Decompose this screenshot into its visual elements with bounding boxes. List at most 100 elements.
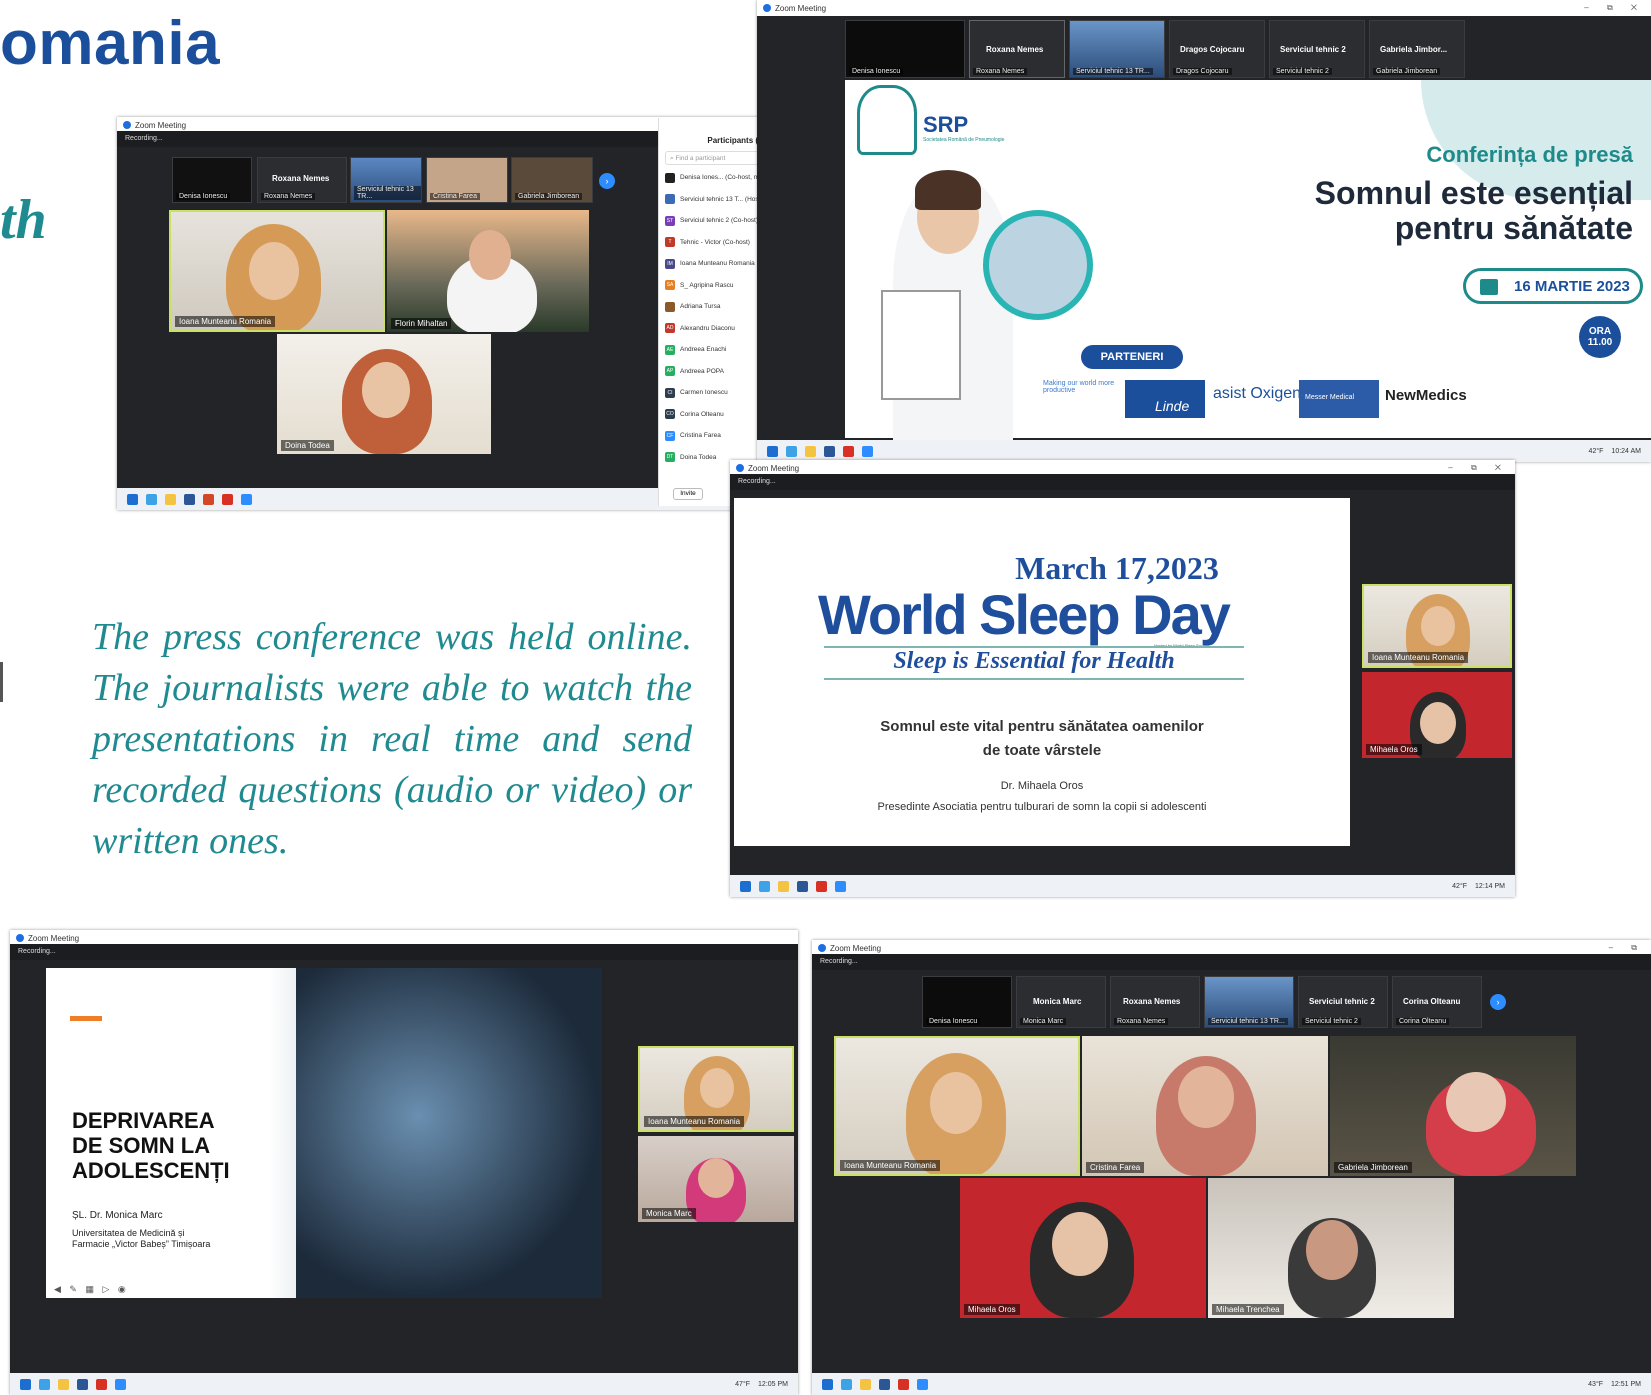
window-controls[interactable]: – ⧉ [1609,943,1645,953]
thumbnail-video[interactable]: Gabriela Jimbor... Gabriela Jimborean [1369,20,1465,78]
video-name: Mihaela Trenchea [1212,1304,1284,1315]
word-icon[interactable] [77,1378,88,1390]
windows-taskbar: 47°F 12:05 PM [10,1373,798,1395]
thumbnail-video[interactable]: Corina Olteanu Corina Olteanu [1392,976,1482,1028]
system-clock: 12:14 PM [1475,882,1505,890]
video-tile[interactable]: Doina Todea [277,334,491,454]
video-tile[interactable]: Mihaela Oros [960,1178,1206,1318]
edge-icon[interactable] [759,880,770,892]
folder-icon[interactable] [860,1378,871,1390]
participant-name: Andreea POPA [680,367,724,375]
participant-name: S_ Agripina Rascu [680,281,734,289]
participant-avatar [665,194,675,205]
slide-speaker-role: Presedinte Asociatia pentru tulburari de… [877,801,1207,813]
word-icon[interactable] [184,493,195,505]
zoom-screenshot-sleep-deprivation: Zoom Meeting Recording... DEPRIVAREA DE … [10,930,798,1395]
thumbnail-video[interactable]: Denisa Ionescu [172,157,252,203]
acrobat-icon[interactable] [96,1378,107,1390]
participant-name: Corina Olteanu [680,410,724,418]
thumbnail-video[interactable]: Serviciul tehnic 13 TR... [1204,976,1294,1028]
zoom-app-icon[interactable] [241,493,252,505]
folder-icon[interactable] [778,880,789,892]
zoom-app-icon[interactable] [835,880,846,892]
window-title: Zoom Meeting [830,943,882,953]
video-tile[interactable]: Ioana Munteanu Romania [1362,584,1512,668]
video-tile[interactable]: Cristina Farea [1082,1036,1328,1176]
powerpoint-icon[interactable] [203,493,214,505]
thumbnail-video[interactable]: Denisa Ionescu [845,20,965,78]
zoom-logo-icon [16,934,24,942]
zoom-app-icon[interactable] [862,445,873,457]
zoom-app-icon[interactable] [115,1378,126,1390]
acrobat-icon[interactable] [222,493,233,505]
video-name: Mihaela Oros [964,1304,1020,1315]
thumbnail-video[interactable]: Cristina Farea [426,157,508,203]
windows-start-icon[interactable] [822,1378,833,1390]
windows-taskbar: 42°F 10:24 AM [757,440,1651,462]
calendar-icon [1480,279,1498,295]
edge-icon[interactable] [146,493,157,505]
video-tile[interactable]: Ioana Munteanu Romania [169,210,385,332]
next-page-button[interactable]: › [1490,994,1506,1010]
invite-button[interactable]: Invite [673,488,703,500]
thumbnail-video[interactable]: Serviciul tehnic 2 Serviciul tehnic 2 [1269,20,1365,78]
folder-icon[interactable] [805,445,816,457]
acrobat-icon[interactable] [816,880,827,892]
video-tile[interactable]: Ioana Munteanu Romania [638,1046,794,1132]
partner-tagline: Making our world more productive [1043,380,1115,394]
video-tile[interactable]: Monica Marc [638,1136,794,1222]
thumbnail-name: Denisa Ionescu [176,193,231,200]
thumbnail-video[interactable]: Roxana Nemes Roxana Nemes [1110,976,1200,1028]
window-controls[interactable]: – ⧉ ✕ [1448,463,1509,473]
system-clock: 10:24 AM [1611,447,1641,455]
windows-start-icon[interactable] [127,493,138,505]
folder-icon[interactable] [58,1378,69,1390]
wsd-brand: World Sleep Day [818,583,1231,646]
folder-icon[interactable] [165,493,176,505]
time-value: 11.00 [1587,337,1613,348]
thumbnail-video[interactable]: Serviciul tehnic 13 TR... [350,157,422,203]
search-placeholder: Find a participant [675,155,726,162]
video-tile[interactable]: Florin Mihaltan [387,210,589,332]
windows-start-icon[interactable] [740,880,751,892]
thumbnail-video[interactable]: Gabriela Jimborean [511,157,593,203]
bracket-fragment [0,662,6,702]
slide-affiliation-line1: Universitatea de Medicină și [72,1228,185,1238]
video-tile[interactable]: Gabriela Jimborean [1330,1036,1576,1176]
edge-icon[interactable] [841,1378,852,1390]
windows-start-icon[interactable] [20,1378,31,1390]
slide-controls[interactable]: ◀ ✎ ▦ ▷ ◉ [54,1284,129,1295]
participant-name: Adriana Tursa [680,303,721,311]
video-tile[interactable]: Ioana Munteanu Romania [834,1036,1080,1176]
word-icon[interactable] [797,880,808,892]
edge-icon[interactable] [786,445,797,457]
windows-start-icon[interactable] [767,445,778,457]
thumbnail-video[interactable]: Roxana Nemes Roxana Nemes [969,20,1065,78]
zoom-logo-icon [736,464,744,472]
next-page-button[interactable]: › [599,173,615,189]
time-badge: ORA 11.00 [1579,316,1621,358]
thumbnail-video[interactable]: Serviciul tehnic 2 Serviciul tehnic 2 [1298,976,1388,1028]
window-controls[interactable]: – ⧉ ✕ [1584,3,1645,13]
word-icon[interactable] [824,445,835,457]
video-tile[interactable]: Mihaela Trenchea [1208,1178,1454,1318]
word-icon[interactable] [879,1378,890,1390]
thumbnail-video[interactable]: Serviciul tehnic 13 TR... [1069,20,1165,78]
thumbnail-name: Gabriela Jimborean [515,193,583,200]
thumbnail-video[interactable]: Dragos Cojocaru Dragos Cojocaru [1169,20,1265,78]
date-badge: 16 MARTIE 2023 [1463,268,1643,304]
thumbnail-label: Monica Marc [1033,997,1082,1006]
thumbnail-video[interactable]: Denisa Ionescu [922,976,1012,1028]
slide-kicker: Conferința de presă [1426,142,1633,167]
participant-avatar: CF [665,430,675,441]
thumbnail-video[interactable]: Monica Marc Monica Marc [1016,976,1106,1028]
zoom-app-icon[interactable] [917,1378,928,1390]
acrobat-icon[interactable] [843,445,854,457]
acrobat-icon[interactable] [898,1378,909,1390]
zoom-screenshot-srp-slide: Zoom Meeting – ⧉ ✕ Denisa Ionescu Roxana … [757,0,1651,462]
thumbnail-label: Roxana Nemes [1123,997,1181,1006]
slide-title-line1: Somnul este vital pentru sănătatea oamen… [880,718,1204,735]
thumbnail-video[interactable]: Roxana Nemes Roxana Nemes [257,157,347,203]
video-tile[interactable]: Mihaela Oros [1362,672,1512,758]
edge-icon[interactable] [39,1378,50,1390]
